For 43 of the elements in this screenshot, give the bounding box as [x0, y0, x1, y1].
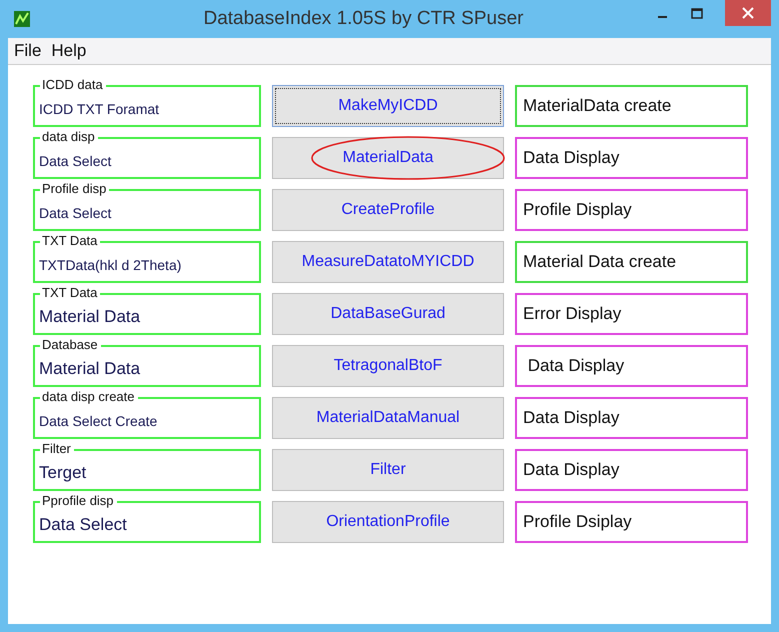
- result-label: Data Display: [515, 397, 748, 439]
- group-value: Material Data: [39, 307, 140, 327]
- group-value: TXTData(hkl d 2Theta): [39, 257, 182, 273]
- group-label: Filter: [40, 442, 74, 456]
- action-button[interactable]: MeasureDatatoMYICDD: [272, 241, 504, 283]
- close-button[interactable]: [725, 0, 771, 26]
- group-label: data disp create: [40, 390, 138, 404]
- maximize-icon[interactable]: [691, 8, 703, 20]
- group-label: ICDD data: [40, 78, 106, 92]
- menu-item[interactable]: Help: [51, 41, 86, 61]
- group-value: Data Select Create: [39, 413, 158, 429]
- action-button[interactable]: MakeMyICDD: [272, 85, 504, 127]
- result-label: Profile Dsiplay: [515, 501, 748, 543]
- action-button[interactable]: MaterialData: [272, 137, 504, 179]
- action-button[interactable]: Filter: [272, 449, 504, 491]
- group-value: Data Select: [39, 515, 127, 535]
- group-label: Pprofile disp: [40, 494, 117, 508]
- group-value: Data Select: [39, 205, 112, 221]
- group-value: Data Select: [39, 153, 112, 169]
- action-button[interactable]: OrientationProfile: [272, 501, 504, 543]
- menu-item[interactable]: File: [14, 41, 42, 61]
- action-button[interactable]: DataBaseGurad: [272, 293, 504, 335]
- group-label: TXT Data: [40, 286, 100, 300]
- result-label: Profile Display: [515, 189, 748, 231]
- group-label: TXT Data: [40, 234, 100, 248]
- action-button[interactable]: TetragonalBtoF: [272, 345, 504, 387]
- result-label: Data Display: [515, 137, 748, 179]
- result-label: MaterialData create: [515, 85, 748, 127]
- app-icon: [14, 11, 30, 27]
- close-icon: [742, 7, 754, 19]
- result-label: Error Display: [515, 293, 748, 335]
- group-value: Material Data: [39, 359, 140, 379]
- group-value: Terget: [39, 463, 86, 483]
- result-label: Material Data create: [515, 241, 748, 283]
- result-label: Data Display: [515, 345, 748, 387]
- window-title: DatabaseIndex 1.05S by CTR SPuser: [202, 8, 524, 30]
- group-label: data disp: [40, 130, 98, 144]
- result-label: Data Display: [515, 449, 748, 491]
- group-value: ICDD TXT Foramat: [39, 101, 160, 117]
- action-button[interactable]: MaterialDataManual: [272, 397, 504, 439]
- group-label: Database: [40, 338, 101, 352]
- action-button[interactable]: CreateProfile: [272, 189, 504, 231]
- group-label: Profile disp: [40, 182, 110, 196]
